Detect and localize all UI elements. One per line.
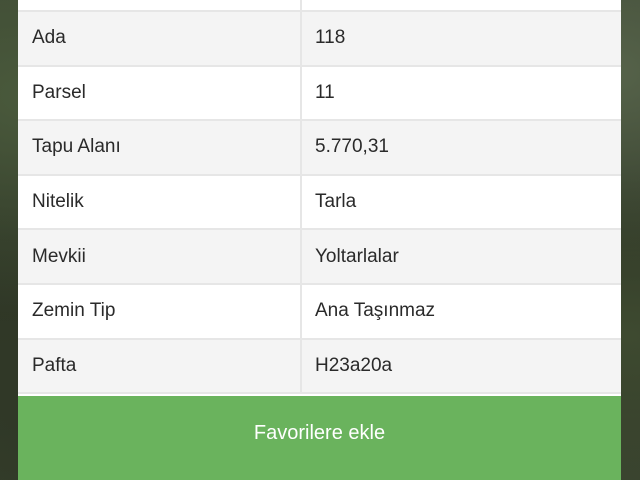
table-row-tapu-alani: Tapu Alanı 5.770,31 bbox=[18, 121, 621, 176]
row-value: 5.770,31 bbox=[315, 136, 389, 158]
table-row-zemin-tip: Zemin Tip Ana Taşınmaz bbox=[18, 284, 621, 340]
row-value: Ana Taşınmaz bbox=[315, 300, 436, 322]
row-label: Pafta bbox=[18, 339, 302, 393]
add-to-favorites-button[interactable]: Favorilere ekle bbox=[18, 396, 621, 480]
row-label bbox=[18, 0, 302, 10]
row-value: Yoltarlalar bbox=[315, 245, 399, 267]
row-value: 11 bbox=[315, 81, 335, 103]
table-row-ada: Ada 118 bbox=[18, 12, 621, 67]
table-row bbox=[18, 0, 621, 12]
row-value: 118 bbox=[315, 27, 346, 49]
table-row-mevkii: Mevkii Yoltarlalar bbox=[18, 230, 621, 285]
table-row-pafta: Pafta H23a20a bbox=[18, 339, 621, 395]
row-value: Tarla bbox=[315, 191, 357, 213]
row-label: Zemin Tip bbox=[18, 284, 302, 338]
row-label: Ada bbox=[18, 12, 302, 65]
table-row-parsel: Parsel 11 bbox=[18, 66, 621, 122]
row-label: Nitelik bbox=[18, 175, 302, 229]
row-value: H23a20a bbox=[315, 354, 393, 376]
row-label: Parsel bbox=[18, 66, 302, 120]
parcel-info-table: Ada 118 Parsel 11 Tapu Alanı 5.770,31 Ni… bbox=[18, 0, 621, 395]
table-row-nitelik: Nitelik Tarla bbox=[18, 175, 621, 231]
row-label: Mevkii bbox=[18, 230, 302, 283]
row-value bbox=[302, 0, 621, 10]
row-label: Tapu Alanı bbox=[18, 121, 302, 174]
parcel-info-card: Ada 118 Parsel 11 Tapu Alanı 5.770,31 Ni… bbox=[18, 0, 621, 480]
